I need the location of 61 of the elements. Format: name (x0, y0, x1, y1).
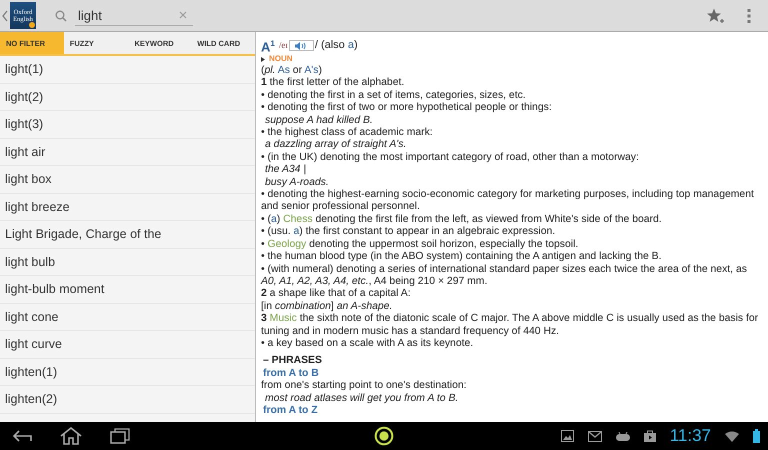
search-icon (55, 10, 67, 22)
definition-line: • (in the UK) denoting the most important category of road, other than a motorway: (261, 152, 640, 164)
add-favorite-star-icon[interactable] (707, 8, 725, 24)
result-item[interactable]: light(2) (0, 84, 255, 111)
definition-line: • denoting the first in a set of items, categories, sizes, etc. (261, 90, 527, 102)
definition-line: 2 a shape like that of a capital A: (261, 288, 412, 301)
definition-line: (pl. As or A's) (261, 65, 323, 78)
result-item[interactable]: lighten(1) (0, 358, 255, 386)
back-icon[interactable] (12, 429, 32, 443)
pronunciation: /eɪ (278, 39, 288, 52)
picture-notification-icon (560, 430, 574, 442)
battery-icon (753, 429, 760, 443)
result-item[interactable]: light box (0, 166, 255, 194)
result-item[interactable]: lighten(2) (0, 386, 255, 414)
result-item[interactable]: Light Brigade, Charge of the (0, 221, 255, 248)
example-sentence: most road atlases will get you from A to B. (264, 392, 460, 405)
robot-icon (616, 432, 630, 440)
result-item[interactable]: light breeze (0, 194, 255, 221)
definition-line: • (with numeral) denoting a series of international standard paper sizes each twice the area of the next, as A0, A1, A2, A3, A4, etc., A4 being 210 × 297 mm. (261, 264, 748, 288)
speaker-icon (295, 42, 308, 50)
definition-line: 3 Music the sixth note of the diatonic scale of C major. The A above middle C is usually used as the basis for tuning and in modern music has a standard frequency of 440 Hz. (261, 313, 760, 338)
result-item[interactable]: light bulb (0, 248, 255, 276)
example-sentence: suppose A had killed B. (264, 114, 374, 128)
result-item[interactable]: light air (0, 138, 255, 166)
overflow-menu-icon[interactable] (747, 8, 751, 22)
home-icon[interactable] (60, 427, 82, 445)
definition-line: • a key based on a scale with A as its keynote. (261, 338, 474, 350)
variant-note: / (also a) (314, 39, 358, 52)
example-sentence: the A34 | (264, 164, 308, 177)
definition-line: [in combination] an A-shape. (261, 300, 394, 314)
result-item[interactable]: light(1) (0, 56, 255, 84)
definition-line: 1 the first letter of the alphabet. (261, 77, 406, 90)
shopping-bag-icon (644, 430, 656, 442)
headword: A$^{1}$ (261, 38, 275, 54)
recent-apps-icon[interactable] (110, 428, 130, 444)
mail-icon (588, 430, 602, 442)
result-item[interactable]: light cone (0, 304, 255, 331)
back-chevron-icon[interactable] (2, 10, 8, 22)
definition-line: • (usu. a) the first constant to appear in an algebraic expression. (261, 226, 556, 239)
example-sentence: a dazzling array of straight A's. (264, 139, 408, 152)
result-item[interactable]: light curve (0, 331, 255, 358)
expand-triangle-icon[interactable] (261, 56, 265, 62)
definition-line: • Geology denoting the uppermost soil horizon, especially the topsoil. (261, 238, 580, 252)
part-of-speech: NOUN (269, 52, 293, 65)
definition-line: from one's starting point to one's destination: (261, 380, 468, 393)
definition-line: • (a) Chess denoting the first file from the left, as viewed from White's side of the board. (261, 214, 663, 226)
search-field[interactable]: light (75, 6, 193, 26)
definition-line: • denoting the first of two or more hypothetical people or things: (261, 102, 553, 115)
play-audio-button[interactable] (288, 40, 314, 51)
clock: 11:37 (670, 426, 711, 446)
phrase-link[interactable]: from A to Z (261, 404, 764, 418)
section-heading: – PHRASES (262, 355, 323, 368)
launcher-ring-icon[interactable] (374, 426, 394, 446)
definition-line: • denoting the highest-earning socio-economic category for marketing purposes, including top management and senior professional personnel. (261, 189, 755, 214)
result-item[interactable]: light-bulb moment (0, 276, 255, 304)
phrase-link[interactable]: from A to B (261, 368, 764, 380)
example-sentence: busy A-roads. (264, 176, 330, 190)
definition-line: • the highest class of academic mark: (261, 127, 434, 140)
wifi-icon (725, 430, 739, 442)
definition-line: • the human blood type (in the ABO system) containing the A antigen and lacking the B. (261, 251, 662, 264)
result-item[interactable]: light(3) (0, 111, 255, 138)
